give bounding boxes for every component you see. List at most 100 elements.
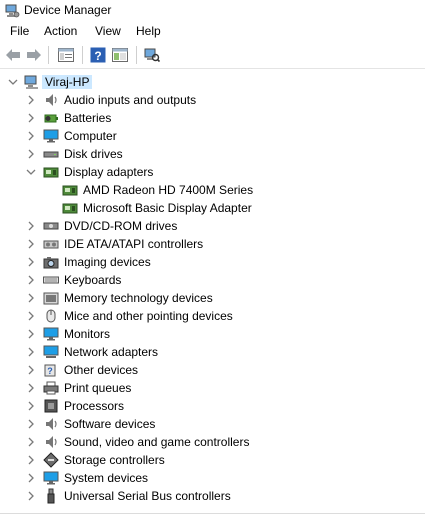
tree-item-label: DVD/CD-ROM drives — [64, 219, 178, 233]
tree-item-sound-video-game[interactable]: Sound, video and game controllers — [0, 433, 425, 451]
chevron-right-icon[interactable] — [26, 149, 36, 159]
tree-item-label: Storage controllers — [64, 453, 165, 467]
tree-item-microsoft-basic-display[interactable]: Microsoft Basic Display Adapter — [0, 199, 425, 217]
menu-file[interactable]: File — [10, 24, 29, 38]
chevron-right-icon[interactable] — [26, 113, 36, 123]
tree-item-label: Memory technology devices — [64, 291, 213, 305]
tree-item-display-adapters[interactable]: Display adapters — [0, 163, 425, 181]
chevron-right-icon[interactable] — [26, 419, 36, 429]
tree-root[interactable]: Viraj-HP — [0, 73, 425, 91]
unknown-device-icon: ? — [43, 362, 59, 378]
tree-item-storage-controllers[interactable]: Storage controllers — [0, 451, 425, 469]
tree-item-label: Display adapters — [64, 165, 154, 179]
chevron-right-icon[interactable] — [26, 473, 36, 483]
printer-icon — [43, 380, 59, 396]
tree-item-label: System devices — [64, 471, 149, 485]
tree-item-label: AMD Radeon HD 7400M Series — [83, 183, 254, 197]
processor-icon — [43, 398, 59, 414]
chevron-right-icon[interactable] — [26, 437, 36, 447]
chevron-right-icon[interactable] — [26, 293, 36, 303]
tree-item-imaging[interactable]: Imaging devices — [0, 253, 425, 271]
tree-item-mice[interactable]: Mice and other pointing devices — [0, 307, 425, 325]
chevron-right-icon[interactable] — [26, 95, 36, 105]
keyboard-icon — [43, 272, 59, 288]
tree-item-label: Processors — [64, 399, 125, 413]
tree-item-label: Computer — [64, 129, 117, 143]
toolbar-separator — [82, 46, 83, 64]
tree-item-monitors[interactable]: Monitors — [0, 325, 425, 343]
network-icon — [43, 344, 59, 360]
chevron-right-icon[interactable] — [26, 257, 36, 267]
usb-icon — [43, 488, 59, 504]
chevron-right-icon[interactable] — [26, 401, 36, 411]
tree-item-amd-radeon[interactable]: AMD Radeon HD 7400M Series — [0, 181, 425, 199]
window-bottom-edge — [0, 513, 425, 514]
tree-item-dvd-cdrom[interactable]: DVD/CD-ROM drives — [0, 217, 425, 235]
tree-item-keyboards[interactable]: Keyboards — [0, 271, 425, 289]
chevron-right-icon[interactable] — [26, 365, 36, 375]
tree-item-label: Batteries — [64, 111, 112, 125]
computer-icon — [24, 74, 40, 90]
chevron-right-icon[interactable] — [26, 239, 36, 249]
help-icon[interactable]: ? — [88, 45, 108, 65]
tree-item-audio[interactable]: Audio inputs and outputs — [0, 91, 425, 109]
svg-text:?: ? — [94, 49, 101, 63]
svg-text:?: ? — [47, 366, 53, 376]
chevron-right-icon[interactable] — [26, 347, 36, 357]
tree-item-label: IDE ATA/ATAPI controllers — [64, 237, 204, 251]
chevron-right-icon[interactable] — [26, 131, 36, 141]
tree-item-other-devices[interactable]: ? Other devices — [0, 361, 425, 379]
scan-hardware-icon[interactable] — [142, 45, 162, 65]
monitor-icon — [43, 128, 59, 144]
title-bar: Device Manager — [0, 0, 425, 21]
back-icon[interactable] — [3, 45, 23, 65]
menu-help[interactable]: Help — [136, 24, 161, 38]
speaker-icon — [43, 434, 59, 450]
tree-item-batteries[interactable]: Batteries — [0, 109, 425, 127]
chevron-down-icon[interactable] — [8, 77, 18, 87]
storage-controller-icon — [43, 452, 59, 468]
display-adapter-icon — [43, 164, 59, 180]
tree-item-label: Software devices — [64, 417, 156, 431]
tree-item-label: Print queues — [64, 381, 132, 395]
chevron-right-icon[interactable] — [26, 491, 36, 501]
chevron-right-icon[interactable] — [26, 221, 36, 231]
properties-icon[interactable] — [56, 45, 76, 65]
tree-item-label: Network adapters — [64, 345, 159, 359]
device-tree: Viraj-HP Audio inputs and outputs Batter… — [0, 70, 425, 516]
window-title: Device Manager — [24, 3, 112, 17]
chevron-right-icon[interactable] — [26, 455, 36, 465]
memory-icon — [43, 290, 59, 306]
chevron-right-icon[interactable] — [26, 329, 36, 339]
tree-item-system-devices[interactable]: System devices — [0, 469, 425, 487]
menu-bar: File Action View Help — [0, 21, 425, 41]
chevron-right-icon[interactable] — [26, 383, 36, 393]
show-hide-console-tree-icon[interactable] — [110, 45, 130, 65]
monitor-icon — [43, 470, 59, 486]
tree-item-computer[interactable]: Computer — [0, 127, 425, 145]
camera-icon — [43, 254, 59, 270]
chevron-right-icon[interactable] — [26, 275, 36, 285]
speaker-icon — [43, 92, 59, 108]
menu-action[interactable]: Action — [44, 24, 77, 38]
tree-item-label: Audio inputs and outputs — [64, 93, 197, 107]
tree-item-label: Other devices — [64, 363, 139, 377]
tree-item-label: Imaging devices — [64, 255, 151, 269]
disk-drive-icon — [43, 146, 59, 162]
tree-item-print-queues[interactable]: Print queues — [0, 379, 425, 397]
chevron-down-icon[interactable] — [26, 167, 36, 177]
tree-item-network-adapters[interactable]: Network adapters — [0, 343, 425, 361]
tree-item-memory-technology[interactable]: Memory technology devices — [0, 289, 425, 307]
tree-item-usb-controllers[interactable]: Universal Serial Bus controllers — [0, 487, 425, 505]
tree-item-software-devices[interactable]: Software devices — [0, 415, 425, 433]
tree-item-ide-ata[interactable]: IDE ATA/ATAPI controllers — [0, 235, 425, 253]
ide-controller-icon — [43, 236, 59, 252]
tree-item-disk-drives[interactable]: Disk drives — [0, 145, 425, 163]
tree-item-processors[interactable]: Processors — [0, 397, 425, 415]
toolbar-separator — [136, 46, 137, 64]
battery-icon — [43, 110, 59, 126]
menu-view[interactable]: View — [95, 24, 121, 38]
forward-icon[interactable] — [24, 45, 44, 65]
display-adapter-icon — [62, 200, 78, 216]
chevron-right-icon[interactable] — [26, 311, 36, 321]
